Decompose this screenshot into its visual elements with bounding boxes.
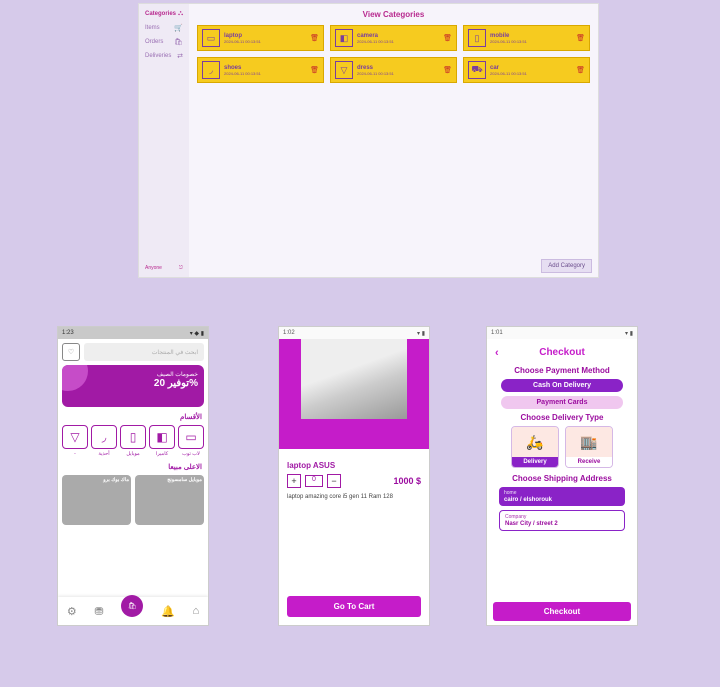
delete-icon[interactable]: 🗑: [443, 34, 452, 42]
detail-phone: 1:02▾ ▮ laptop ASUS + 0 − 1000 $ laptop …: [278, 326, 430, 626]
cat-camera[interactable]: ◧كاميرا: [149, 425, 175, 457]
laptop-icon: ▭: [202, 29, 220, 47]
car-icon: ⛟: [468, 61, 486, 79]
section-categories: الأقسام: [58, 413, 208, 425]
category-grid: ▭laptop2024-06-11 00:13:51🗑 ◧camera2024-…: [197, 25, 590, 83]
people-icon: ⛬: [178, 10, 183, 18]
admin-title: View Categories: [197, 10, 590, 19]
category-row: ▽- ◞أحذية ▯موبايل ◧كاميرا ▭لاب توب: [58, 425, 208, 463]
category-card[interactable]: ◧camera2024-06-11 00:13:51🗑: [330, 25, 457, 51]
delete-icon[interactable]: 🗑: [310, 66, 319, 74]
category-card[interactable]: ⛟car2024-06-11 00:13:51🗑: [463, 57, 590, 83]
offers-icon[interactable]: ⛃: [94, 605, 103, 618]
checkout-button[interactable]: Checkout: [493, 602, 631, 621]
nav-orders[interactable]: Orders🛍: [142, 35, 186, 49]
search-input[interactable]: ابحث في المنتجات: [84, 343, 204, 361]
admin-panel: Categories⛬ Items🛒 Orders🛍 Deliveries⇄ A…: [138, 3, 599, 278]
mobile-icon: ▯: [468, 29, 486, 47]
favorites-button[interactable]: ♡: [62, 343, 80, 361]
bottom-nav: ⚙ ⛃ 🛍 🔔 ⌂: [58, 597, 208, 625]
address-home[interactable]: homecairo / elshorouk: [499, 487, 625, 506]
qty-minus[interactable]: −: [327, 474, 341, 488]
logout-icon: ⎋: [179, 265, 183, 271]
admin-sidebar: Categories⛬ Items🛒 Orders🛍 Deliveries⇄ A…: [139, 4, 189, 277]
category-card[interactable]: ▭laptop2024-06-11 00:13:51🗑: [197, 25, 324, 51]
add-category-button[interactable]: Add Category: [541, 259, 592, 273]
shoe-icon: ◞: [91, 425, 117, 449]
delivery-icon: 🛵: [512, 427, 558, 457]
checkout-phone: 1:01▾ ▮ ‹Checkout Choose Payment Method …: [486, 326, 638, 626]
bell-icon[interactable]: 🔔: [161, 605, 175, 618]
category-card[interactable]: ▯mobile2024-06-11 00:13:51🗑: [463, 25, 590, 51]
delete-icon[interactable]: 🗑: [443, 66, 452, 74]
cat-shoes[interactable]: ◞أحذية: [91, 425, 117, 457]
delete-icon[interactable]: 🗑: [576, 66, 585, 74]
product-card[interactable]: ماك بوك برو: [62, 475, 131, 525]
product-card[interactable]: موبايل سامسونج: [135, 475, 204, 525]
cat-mobile[interactable]: ▯موبايل: [120, 425, 146, 457]
cat-laptop[interactable]: ▭لاب توب: [178, 425, 204, 457]
statusbar: 1:01▾ ▮: [487, 327, 637, 339]
category-card[interactable]: ◞shoes2024-06-11 00:13:51🗑: [197, 57, 324, 83]
dress-icon: ▽: [62, 425, 88, 449]
checkout-title: ‹Checkout: [493, 343, 631, 362]
category-card[interactable]: ▽dress2024-06-11 00:13:51🗑: [330, 57, 457, 83]
product-row: ماك بوك برو موبايل سامسونج: [58, 475, 208, 525]
settings-icon[interactable]: ⚙: [67, 605, 77, 618]
payment-heading: Choose Payment Method: [493, 366, 631, 375]
shoe-icon: ◞: [202, 61, 220, 79]
delete-icon[interactable]: 🗑: [310, 34, 319, 42]
promo-banner[interactable]: خصومات الصيف توفير 20%: [62, 365, 204, 407]
nav-categories[interactable]: Categories⛬: [142, 7, 186, 21]
cat-dress[interactable]: ▽-: [62, 425, 88, 457]
qty-plus[interactable]: +: [287, 474, 301, 488]
pay-cards[interactable]: Payment Cards: [501, 396, 623, 409]
admin-main: View Categories ▭laptop2024-06-11 00:13:…: [189, 4, 598, 277]
section-top: الاعلى مبيعا: [58, 463, 208, 475]
address-heading: Choose Shipping Address: [493, 474, 631, 483]
nav-deliveries[interactable]: Deliveries⇄: [142, 49, 186, 63]
statusbar: 1:02▾ ▮: [279, 327, 429, 339]
admin-nav: Categories⛬ Items🛒 Orders🛍 Deliveries⇄: [142, 7, 186, 262]
cart-fab[interactable]: 🛍: [121, 595, 143, 617]
mobile-icon: ▯: [120, 425, 146, 449]
dress-icon: ▽: [335, 61, 353, 79]
home-icon[interactable]: ⌂: [192, 605, 199, 617]
admin-user[interactable]: Anyone⎋: [142, 262, 186, 274]
product-hero: [279, 339, 429, 449]
product-name: laptop ASUS: [287, 461, 421, 470]
product-desc: laptop amazing core i5 gen 11 Ram 128: [287, 494, 421, 500]
back-icon[interactable]: ‹: [495, 347, 499, 359]
statusbar: 1:23▾ ◆ ▮: [58, 327, 208, 339]
cart-icon: 🛒: [174, 24, 183, 32]
go-to-cart-button[interactable]: Go To Cart: [287, 596, 421, 617]
store-phone: 1:23▾ ◆ ▮ ♡ ابحث في المنتجات خصومات الصي…: [57, 326, 209, 626]
receive-option[interactable]: 🏬Receive: [565, 426, 613, 468]
camera-icon: ◧: [149, 425, 175, 449]
delivery-option[interactable]: 🛵Delivery: [511, 426, 559, 468]
qty-value: 0: [305, 475, 323, 487]
qty-stepper: + 0 −: [287, 474, 341, 488]
bag-icon: 🛍: [174, 38, 183, 46]
product-price: 1000 $: [393, 476, 421, 486]
delivery-heading: Choose Delivery Type: [493, 413, 631, 422]
product-image: [301, 339, 407, 419]
laptop-icon: ▭: [178, 425, 204, 449]
nav-items[interactable]: Items🛒: [142, 21, 186, 35]
address-company[interactable]: CompanyNasr City / street 2: [499, 510, 625, 531]
truck-icon: ⇄: [177, 52, 183, 60]
camera-icon: ◧: [335, 29, 353, 47]
delete-icon[interactable]: 🗑: [576, 34, 585, 42]
store-icon: 🏬: [566, 427, 612, 457]
pay-cod[interactable]: Cash On Delivery: [501, 379, 623, 392]
